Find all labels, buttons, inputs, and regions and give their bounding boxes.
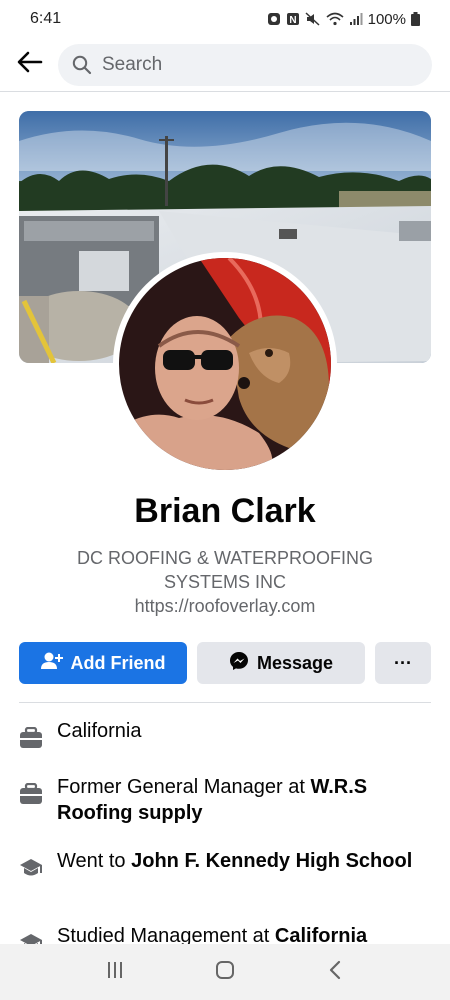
status-icons: N 100%	[267, 11, 420, 28]
svg-text:N: N	[289, 15, 296, 26]
briefcase-icon	[19, 782, 43, 806]
more-icon: ···	[394, 652, 412, 673]
profile-bio: DC ROOFING & WATERPROOFING SYSTEMS INC h…	[40, 546, 410, 618]
detail-prefix: Went to	[57, 850, 132, 872]
bio-line-2: SYSTEMS INC	[163, 572, 287, 592]
detail-work[interactable]: Former General Manager at W.R.S Roofing …	[19, 774, 431, 826]
profile-actions: Add Friend Message ···	[19, 642, 431, 684]
message-label: Message	[256, 652, 334, 673]
battery-icon	[411, 12, 420, 26]
detail-prefix: Former General Manager at	[57, 776, 311, 798]
alarm-icon	[267, 12, 281, 26]
website-link[interactable]: https://roofoverlay.com	[40, 594, 410, 618]
top-bar	[0, 38, 450, 92]
home-icon	[215, 960, 235, 985]
graduation-cap-icon	[19, 856, 43, 880]
messenger-icon	[229, 651, 249, 676]
mute-icon	[305, 12, 321, 26]
system-back-button[interactable]	[315, 952, 355, 992]
briefcase-icon	[19, 726, 43, 750]
detail-location[interactable]: California	[19, 718, 431, 750]
recent-apps-icon	[106, 961, 124, 984]
add-friend-label: Add Friend	[70, 652, 166, 673]
signal-icon	[349, 12, 363, 26]
home-button[interactable]	[205, 952, 245, 992]
battery-percent: 100%	[367, 10, 406, 28]
arrow-left-icon	[17, 51, 43, 78]
more-options-button[interactable]: ···	[375, 642, 431, 684]
recent-apps-button[interactable]	[95, 952, 135, 992]
detail-prefix: California	[57, 720, 142, 742]
bio-line-1: DC ROOFING & WATERPROOFING	[77, 548, 373, 568]
detail-bold: John F. Kennedy High School	[131, 850, 413, 872]
status-time: 6:41	[30, 10, 62, 27]
search-icon	[72, 55, 92, 75]
section-divider	[19, 702, 431, 703]
add-person-icon	[40, 652, 63, 675]
search-bar[interactable]	[58, 43, 432, 86]
add-friend-button[interactable]: Add Friend	[19, 642, 187, 684]
search-input[interactable]	[102, 53, 418, 76]
profile-name: Brian Clark	[134, 492, 316, 530]
back-button[interactable]	[12, 47, 48, 83]
wifi-icon	[326, 12, 344, 26]
detail-high-school[interactable]: Went to John F. Kennedy High School	[19, 848, 431, 880]
profile-picture[interactable]	[113, 252, 337, 476]
system-nav-bar	[0, 944, 450, 1000]
message-button[interactable]: Message	[197, 642, 365, 684]
chevron-left-icon	[328, 960, 342, 985]
avatar	[119, 258, 331, 470]
status-bar: 6:41 N 100%	[0, 0, 450, 38]
nfc-icon: N	[286, 12, 300, 26]
